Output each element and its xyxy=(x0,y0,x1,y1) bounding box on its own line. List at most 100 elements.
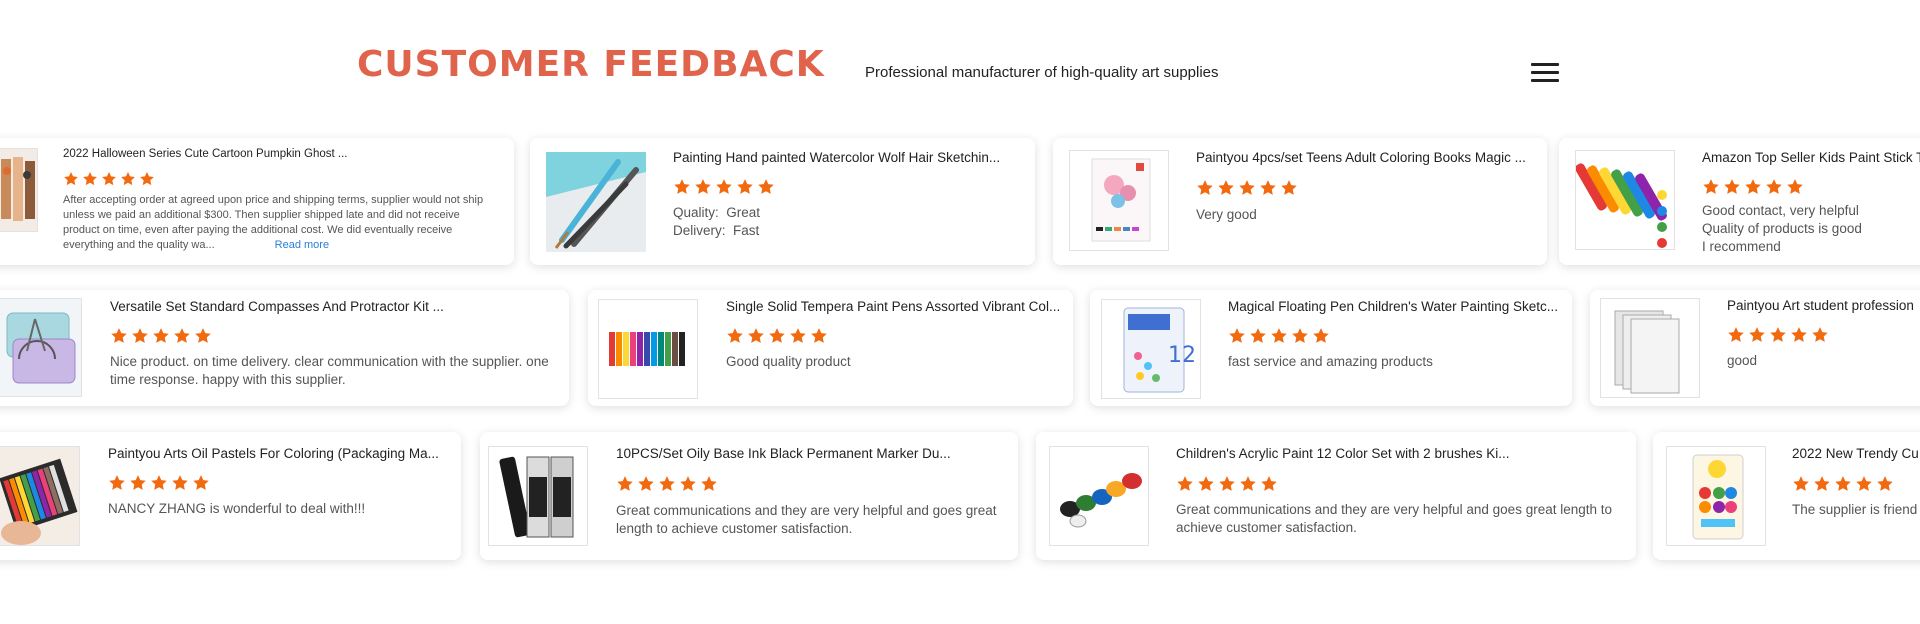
star-icon xyxy=(1229,328,1245,343)
page-title: CUSTOMER FEEDBACK xyxy=(357,44,825,85)
star-rating xyxy=(1176,475,1281,495)
quality-value: Great xyxy=(726,205,761,220)
star-icon xyxy=(617,476,633,491)
product-thumbnail[interactable] xyxy=(1069,150,1169,251)
review-card[interactable]: Single Solid Tempera Paint Pens Assorted… xyxy=(588,290,1073,406)
star-icon xyxy=(1198,476,1214,491)
star-icon xyxy=(1793,476,1809,491)
star-icon xyxy=(130,475,146,490)
star-rating xyxy=(1727,326,1832,346)
star-icon xyxy=(174,328,190,343)
product-title[interactable]: 2022 New Trendy Cu xyxy=(1792,446,1920,461)
product-title[interactable]: 10PCS/Set Oily Base Ink Black Permanent … xyxy=(616,446,1016,461)
product-thumbnail[interactable] xyxy=(0,446,80,546)
review-card[interactable]: 10PCS/Set Oily Base Ink Black Permanent … xyxy=(480,432,1018,560)
star-icon xyxy=(680,476,696,491)
product-thumbnail[interactable]: 12 xyxy=(1101,299,1201,399)
review-text: Quality: Great Delivery: Fast xyxy=(673,204,1023,240)
product-thumbnail[interactable] xyxy=(0,148,38,232)
star-icon xyxy=(674,179,690,194)
star-icon xyxy=(790,328,806,343)
product-title[interactable]: 2022 Halloween Series Cute Cartoon Pumpk… xyxy=(63,148,483,160)
star-icon xyxy=(151,475,167,490)
star-icon xyxy=(758,179,774,194)
star-icon xyxy=(1240,476,1256,491)
review-text: Good contact, very helpful Quality of pr… xyxy=(1702,202,1920,256)
review-text: Nice product. on time delivery. clear co… xyxy=(110,354,549,387)
product-title[interactable]: Painting Hand painted Watercolor Wolf Ha… xyxy=(673,150,1023,165)
review-text: The supplier is friend xyxy=(1792,502,1918,517)
product-title[interactable]: Magical Floating Pen Children's Water Pa… xyxy=(1228,299,1564,314)
product-title[interactable]: Versatile Set Standard Compasses And Pro… xyxy=(110,299,550,314)
star-rating xyxy=(726,327,831,347)
product-thumbnail[interactable] xyxy=(1666,446,1766,546)
star-icon xyxy=(102,172,116,186)
review-card[interactable]: 2022 New Trendy Cu The supplier is frien… xyxy=(1653,432,1920,560)
review-card[interactable]: Paintyou Art student profession good xyxy=(1590,290,1920,406)
hamburger-menu-icon[interactable] xyxy=(1531,62,1559,82)
star-rating xyxy=(63,171,158,191)
svg-text:12: 12 xyxy=(1168,343,1196,368)
quality-label: Quality: xyxy=(673,205,719,220)
product-thumbnail[interactable] xyxy=(1600,298,1700,398)
star-icon xyxy=(153,328,169,343)
product-thumbnail[interactable] xyxy=(488,446,588,546)
review-text: Great communications and they are very h… xyxy=(1176,502,1613,535)
star-rating xyxy=(1228,327,1333,347)
star-icon xyxy=(1770,327,1786,342)
star-icon xyxy=(109,475,125,490)
product-title[interactable]: Amazon Top Seller Kids Paint Stick T xyxy=(1702,150,1920,165)
star-icon xyxy=(1766,179,1782,194)
review-card[interactable]: Versatile Set Standard Compasses And Pro… xyxy=(0,290,569,406)
page-header: CUSTOMER FEEDBACK Professional manufactu… xyxy=(0,0,1920,140)
review-card[interactable]: Amazon Top Seller Kids Paint Stick T Goo… xyxy=(1559,138,1920,265)
page-subtitle: Professional manufacturer of high-qualit… xyxy=(865,64,1219,81)
product-thumbnail[interactable] xyxy=(598,299,698,399)
star-icon xyxy=(1724,179,1740,194)
product-thumbnail[interactable] xyxy=(0,298,82,397)
delivery-value: Fast xyxy=(733,223,760,238)
review-line: Good contact, very helpful xyxy=(1702,203,1859,218)
review-card[interactable]: 2022 Halloween Series Cute Cartoon Pumpk… xyxy=(0,138,514,265)
review-text: Very good xyxy=(1196,207,1257,222)
review-text: Good quality product xyxy=(726,354,851,369)
product-title[interactable]: Paintyou Art student profession xyxy=(1727,298,1920,313)
delivery-label: Delivery: xyxy=(673,223,726,238)
star-rating xyxy=(108,474,213,494)
review-text: Great communications and they are very h… xyxy=(616,503,997,536)
star-icon xyxy=(111,328,127,343)
review-card[interactable]: Paintyou 4pcs/set Teens Adult Coloring B… xyxy=(1053,138,1547,265)
star-icon xyxy=(1292,328,1308,343)
star-icon xyxy=(716,179,732,194)
star-icon xyxy=(701,476,717,491)
product-title[interactable]: Children's Acrylic Paint 12 Color Set wi… xyxy=(1176,446,1616,461)
review-card[interactable]: Painting Hand painted Watercolor Wolf Ha… xyxy=(530,138,1035,265)
star-icon xyxy=(172,475,188,490)
review-card[interactable]: 12 Magical Floating Pen Children's Water… xyxy=(1090,290,1572,406)
product-thumbnail[interactable] xyxy=(1049,446,1149,546)
star-icon xyxy=(1281,180,1297,195)
star-icon xyxy=(195,328,211,343)
product-title[interactable]: Paintyou 4pcs/set Teens Adult Coloring B… xyxy=(1196,150,1536,165)
product-thumbnail[interactable] xyxy=(1575,150,1675,250)
product-title[interactable]: Paintyou Arts Oil Pastels For Coloring (… xyxy=(108,446,448,461)
review-text: fast service and amazing products xyxy=(1228,354,1433,369)
star-icon xyxy=(737,179,753,194)
read-more-link[interactable]: Read more xyxy=(275,239,329,251)
review-card[interactable]: Paintyou Arts Oil Pastels For Coloring (… xyxy=(0,432,461,560)
product-thumbnail[interactable] xyxy=(546,152,646,252)
star-rating xyxy=(616,475,721,495)
star-rating xyxy=(1702,178,1807,198)
star-icon xyxy=(1197,180,1213,195)
star-icon xyxy=(1787,179,1803,194)
star-icon xyxy=(1856,476,1872,491)
product-title[interactable]: Single Solid Tempera Paint Pens Assorted… xyxy=(726,299,1066,314)
star-icon xyxy=(695,179,711,194)
star-icon xyxy=(1260,180,1276,195)
star-icon xyxy=(121,172,135,186)
star-rating xyxy=(673,178,778,198)
star-icon xyxy=(1791,327,1807,342)
star-icon xyxy=(1877,476,1893,491)
review-text: good xyxy=(1727,353,1758,368)
review-card[interactable]: Children's Acrylic Paint 12 Color Set wi… xyxy=(1036,432,1636,560)
